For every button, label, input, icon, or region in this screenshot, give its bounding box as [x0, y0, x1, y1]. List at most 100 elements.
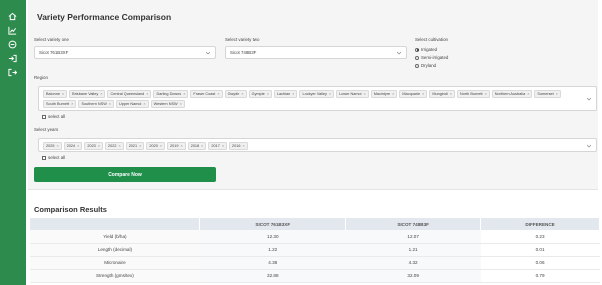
- close-icon[interactable]: ×: [422, 92, 424, 96]
- table-cell: 12.30: [199, 230, 346, 244]
- close-icon[interactable]: ×: [450, 92, 452, 96]
- logout-icon[interactable]: [7, 67, 18, 78]
- checkbox[interactable]: [42, 155, 46, 160]
- close-icon[interactable]: ×: [98, 144, 100, 148]
- close-icon[interactable]: ×: [62, 92, 64, 96]
- close-icon[interactable]: ×: [109, 102, 111, 106]
- home-icon[interactable]: [7, 11, 18, 22]
- table-row: Strength (gms/tex) 32.88 32.09 0.79: [30, 269, 600, 283]
- select-all-label: select all: [48, 114, 66, 119]
- close-icon[interactable]: ×: [146, 92, 148, 96]
- chip[interactable]: Darling Downs ×: [153, 90, 189, 98]
- radio-semi-irrigated[interactable]: Semi-irrigated: [415, 55, 448, 60]
- chip[interactable]: Lower Namoi ×: [336, 90, 369, 98]
- close-icon[interactable]: ×: [100, 92, 102, 96]
- chip[interactable]: Fraser Coast ×: [190, 90, 223, 98]
- chip[interactable]: Balonne ×: [43, 90, 68, 98]
- chip-label: Lachlan: [276, 92, 291, 96]
- chip[interactable]: South Burnett ×: [43, 100, 77, 108]
- table-cell: 1.21: [345, 243, 481, 257]
- close-icon[interactable]: ×: [71, 102, 73, 106]
- chip[interactable]: North Burnett ×: [456, 90, 490, 98]
- chip[interactable]: Upper Namoi ×: [116, 100, 149, 108]
- close-icon[interactable]: ×: [222, 144, 224, 148]
- close-icon[interactable]: ×: [183, 92, 185, 96]
- chip[interactable]: Southern NSW ×: [78, 100, 114, 108]
- close-icon[interactable]: ×: [485, 92, 487, 96]
- chip[interactable]: 2022 ×: [105, 142, 124, 150]
- compare-now-button[interactable]: Compare Now: [34, 167, 216, 182]
- close-icon[interactable]: ×: [118, 144, 120, 148]
- chip[interactable]: 2024 ×: [63, 142, 83, 150]
- chip[interactable]: Gympie ×: [248, 90, 272, 98]
- close-icon[interactable]: ×: [392, 92, 394, 96]
- close-icon[interactable]: ×: [139, 144, 141, 148]
- region-multiselect[interactable]: Balonne × Brisbane Valley × Central Queensla…: [38, 86, 597, 111]
- radio-label: Semi-irrigated: [421, 55, 449, 60]
- chip[interactable]: Northern Australia ×: [491, 90, 533, 98]
- chip[interactable]: 2016 ×: [229, 142, 248, 150]
- chip[interactable]: Lockyer Valley ×: [299, 90, 335, 98]
- close-icon[interactable]: ×: [527, 92, 529, 96]
- chart-icon[interactable]: [7, 25, 18, 36]
- region-select-all[interactable]: select all: [42, 114, 65, 119]
- chip[interactable]: Macquarie ×: [399, 90, 428, 98]
- chip[interactable]: Mungindi ×: [429, 90, 455, 98]
- close-icon[interactable]: ×: [160, 144, 162, 148]
- variety-one-value: Sicot 761B3XF: [39, 50, 69, 55]
- close-icon[interactable]: ×: [556, 92, 558, 96]
- close-icon[interactable]: ×: [267, 92, 269, 96]
- header-variety-one: SICOT 761B3XF: [199, 218, 347, 230]
- chip-label: Darling Downs: [156, 92, 182, 96]
- radio-irrigated[interactable]: Irrigated: [415, 47, 437, 52]
- chip-label: Somerset: [537, 92, 554, 96]
- chip-label: Central Queensland: [110, 92, 145, 96]
- chip[interactable]: 2025 ×: [43, 142, 62, 150]
- close-icon[interactable]: ×: [56, 144, 58, 148]
- chip[interactable]: 2021 ×: [125, 142, 145, 150]
- close-icon[interactable]: ×: [363, 92, 365, 96]
- chip[interactable]: Gwydir ×: [224, 90, 247, 98]
- chip[interactable]: 2020 ×: [146, 142, 166, 150]
- variety-one-select[interactable]: Sicot 761B3XF: [34, 46, 216, 59]
- chip[interactable]: Lachlan ×: [273, 90, 298, 98]
- chip-label: Lockyer Valley: [302, 92, 327, 96]
- chevron-down-icon: [587, 97, 591, 101]
- compare-icon[interactable]: [7, 39, 18, 50]
- chip-label: 2017: [211, 144, 220, 148]
- chip[interactable]: Brisbane Valley ×: [69, 90, 106, 98]
- chip[interactable]: Somerset ×: [534, 90, 561, 98]
- close-icon[interactable]: ×: [292, 92, 294, 96]
- chip-label: Gympie: [251, 92, 265, 96]
- cultivation-label: Select cultivation: [415, 37, 448, 42]
- radio-button[interactable]: [415, 63, 419, 68]
- chip[interactable]: Central Queensland ×: [107, 90, 152, 98]
- close-icon[interactable]: ×: [201, 144, 203, 148]
- close-icon[interactable]: ×: [243, 144, 245, 148]
- chip[interactable]: 2017 ×: [208, 142, 228, 150]
- close-icon[interactable]: ×: [217, 92, 219, 96]
- close-icon[interactable]: ×: [241, 92, 243, 96]
- table-row: Micronaire 4.38 4.32 0.06: [30, 256, 600, 270]
- chip[interactable]: 2019 ×: [167, 142, 186, 150]
- chip[interactable]: Macintyre ×: [370, 90, 398, 98]
- checkbox[interactable]: [42, 114, 46, 119]
- close-icon[interactable]: ×: [180, 144, 182, 148]
- results-table: SICOT 761B3XF SICOT 748B3F DIFFERENCE Yi…: [30, 218, 600, 283]
- chip[interactable]: 2023 ×: [84, 142, 104, 150]
- radio-dryland[interactable]: Dryland: [415, 63, 436, 68]
- years-select-all[interactable]: select all: [42, 155, 65, 160]
- close-icon[interactable]: ×: [180, 102, 182, 106]
- close-icon[interactable]: ×: [143, 102, 145, 106]
- chip-label: North Burnett: [459, 92, 483, 96]
- years-multiselect[interactable]: 2025 × 2024 × 2023 × 2022 × 2021 × 2020 × 2019 × 2018 ×…: [38, 138, 597, 152]
- close-icon[interactable]: ×: [77, 144, 79, 148]
- chevron-down-icon: [397, 51, 401, 55]
- chip[interactable]: Western NSW ×: [150, 100, 185, 108]
- radio-button[interactable]: [415, 55, 419, 60]
- login-icon[interactable]: [7, 53, 18, 64]
- variety-two-select[interactable]: Sicot 748B3F: [225, 46, 407, 59]
- radio-button[interactable]: [415, 47, 419, 52]
- chip[interactable]: 2018 ×: [187, 142, 207, 150]
- close-icon[interactable]: ×: [329, 92, 331, 96]
